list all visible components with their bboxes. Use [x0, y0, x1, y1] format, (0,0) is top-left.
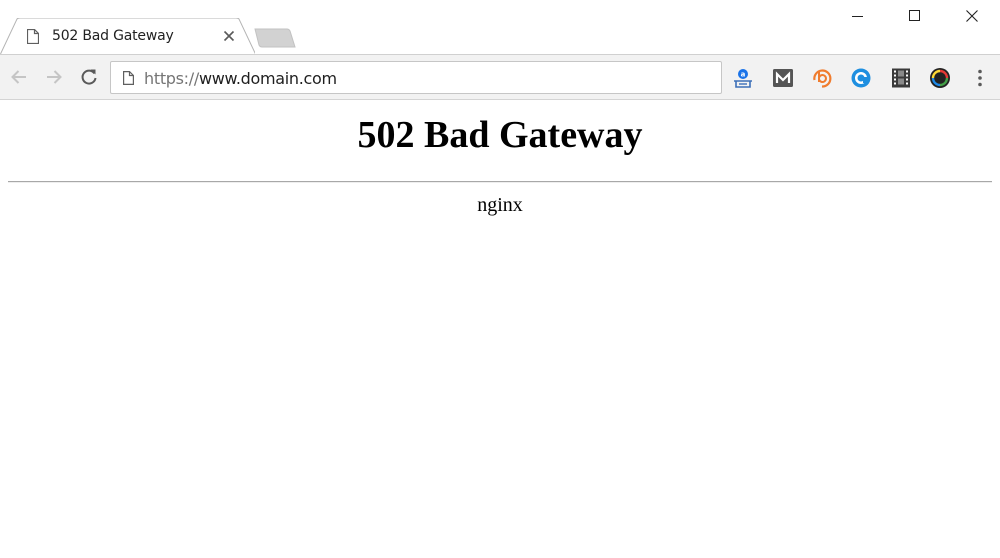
page-info-icon[interactable]: [123, 71, 134, 85]
url-scheme: https://: [144, 69, 199, 88]
tab-title: 502 Bad Gateway: [52, 28, 174, 44]
more-vert-icon[interactable]: [970, 67, 990, 89]
tab-close-icon[interactable]: [223, 30, 235, 42]
url-host: www.domain.com: [198, 69, 337, 88]
horizontal-rule: [8, 181, 992, 183]
minimize-icon: [852, 16, 863, 17]
minimize-button[interactable]: [830, 0, 886, 32]
active-tab[interactable]: 502 Bad Gateway: [0, 18, 255, 54]
error-heading: 502 Bad Gateway: [357, 114, 643, 156]
at-extension-icon[interactable]: [850, 67, 872, 89]
svg-text:a: a: [741, 71, 746, 79]
address-bar[interactable]: https://www.domain.com: [110, 61, 722, 94]
window-close-button[interactable]: [944, 0, 1000, 32]
translate-extension-icon[interactable]: a: [732, 67, 754, 89]
new-tab-button[interactable]: [254, 28, 296, 48]
maximize-icon: [909, 10, 920, 21]
close-icon: [966, 10, 978, 22]
address-url: https://www.domain.com: [144, 69, 337, 88]
browser-toolbar: https://www.domain.com a: [0, 54, 1000, 100]
back-arrow-icon[interactable]: [9, 67, 29, 87]
reload-icon[interactable]: [79, 67, 99, 87]
m-extension-icon[interactable]: [772, 67, 794, 89]
server-name: nginx: [477, 194, 523, 216]
forward-arrow-icon[interactable]: [44, 67, 64, 87]
title-bar: 502 Bad Gateway: [0, 0, 1000, 54]
b-extension-icon[interactable]: [811, 67, 833, 89]
page-content: 502 Bad Gateway nginx: [0, 101, 1000, 558]
page-icon: [27, 29, 39, 44]
color-wheel-extension-icon[interactable]: [929, 67, 951, 89]
film-extension-icon[interactable]: [890, 67, 912, 89]
maximize-button[interactable]: [887, 0, 943, 32]
